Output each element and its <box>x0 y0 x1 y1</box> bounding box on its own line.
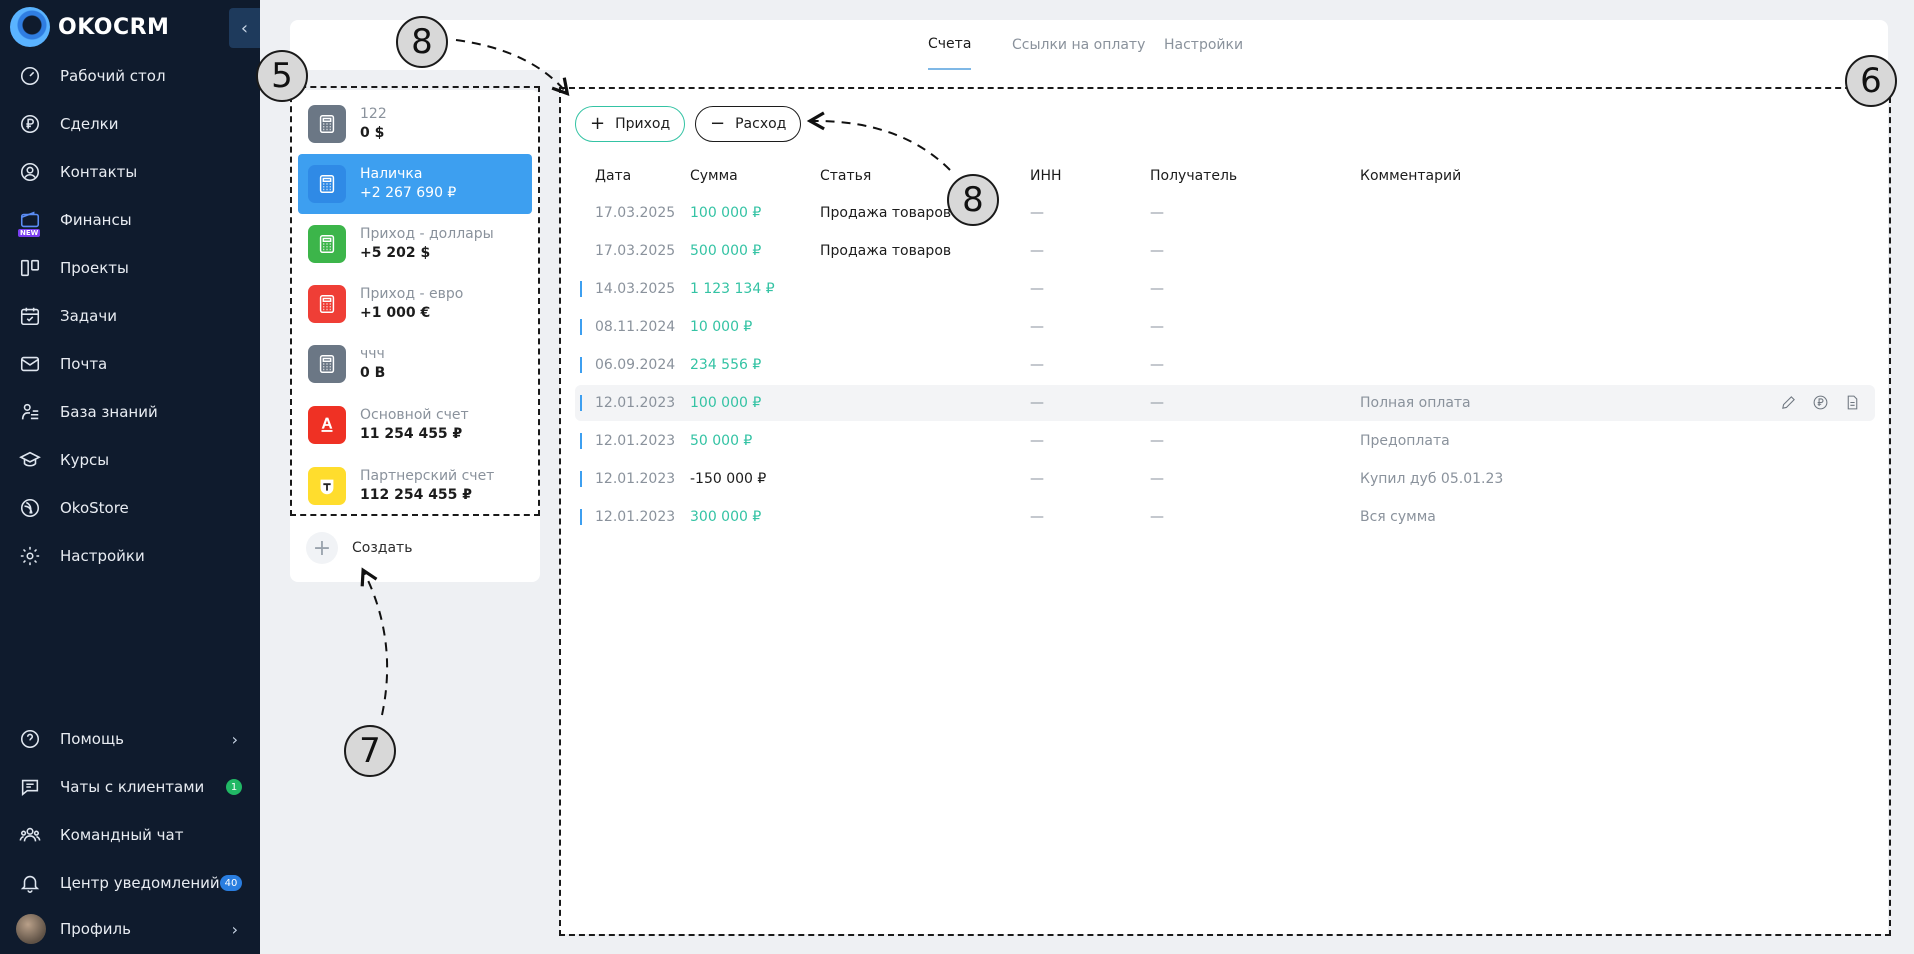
sidebar-item-label: Задачи <box>60 307 117 325</box>
avatar <box>16 914 46 944</box>
annotation-box-accounts <box>290 86 540 516</box>
annotation-callout-8: 8 <box>396 16 448 68</box>
tab-settings[interactable]: Настройки <box>1164 20 1243 70</box>
chevron-right-icon: › <box>231 729 238 749</box>
sidebar-item-label: Финансы <box>60 211 132 229</box>
sidebar-item-profile[interactable]: Профиль › <box>0 909 260 949</box>
annotation-callout-5: 5 <box>256 50 308 102</box>
collapse-sidebar-button[interactable]: ‹ <box>229 8 260 48</box>
tab-payment-links[interactable]: Ссылки на оплату <box>1012 20 1145 70</box>
sidebar-item-courses[interactable]: Курсы <box>0 440 260 480</box>
sidebar-item-label: Командный чат <box>60 826 184 844</box>
sidebar-item-label: Центр уведомлений <box>60 874 220 892</box>
help-icon <box>18 727 42 751</box>
sidebar-item-label: Профиль <box>60 920 131 938</box>
team-icon <box>18 823 42 847</box>
create-label: Создать <box>352 540 413 556</box>
sidebar-item-deals[interactable]: Сделки <box>0 104 260 144</box>
knowledge-icon <box>18 400 42 424</box>
wallet-icon: NEW <box>18 208 42 237</box>
sidebar-item-label: Курсы <box>60 451 110 469</box>
new-badge: NEW <box>18 229 41 237</box>
graduation-cap-icon <box>18 448 42 472</box>
sidebar-item-contacts[interactable]: Контакты <box>0 152 260 192</box>
sidebar-item-notifications[interactable]: Центр уведомлений 40 <box>0 863 260 903</box>
sidebar-item-label: Проекты <box>60 259 129 277</box>
sidebar-item-help[interactable]: Помощь › <box>0 719 260 759</box>
gear-icon <box>18 544 42 568</box>
sidebar: OKOCRM ‹ Рабочий стол Сделки Контакты NE… <box>0 0 260 954</box>
unread-badge: 1 <box>226 779 242 795</box>
sidebar-item-finance[interactable]: NEW Финансы <box>0 200 260 240</box>
sidebar-item-projects[interactable]: Проекты <box>0 248 260 288</box>
sidebar-item-team-chat[interactable]: Командный чат <box>0 815 260 855</box>
tabs-bar: Счета Ссылки на оплату Настройки <box>290 20 1888 70</box>
mail-icon <box>18 352 42 376</box>
calendar-check-icon <box>18 304 42 328</box>
sidebar-item-label: Почта <box>60 355 108 373</box>
ruble-icon <box>18 112 42 136</box>
chat-icon <box>18 775 42 799</box>
chevron-right-icon: › <box>231 919 238 939</box>
columns-icon <box>18 256 42 280</box>
sidebar-item-mail[interactable]: Почта <box>0 344 260 384</box>
sidebar-item-okostore[interactable]: OkoStore <box>0 488 260 528</box>
annotation-callout-6: 6 <box>1845 55 1897 107</box>
sidebar-item-dashboard[interactable]: Рабочий стол <box>0 56 260 96</box>
annotation-box-transactions <box>559 87 1891 936</box>
notifications-badge: 40 <box>220 875 242 891</box>
sidebar-item-label: OkoStore <box>60 499 129 517</box>
annotation-callout-8: 8 <box>947 174 999 226</box>
sidebar-item-label: Контакты <box>60 163 138 181</box>
sidebar-item-client-chats[interactable]: Чаты с клиентами 1 <box>0 767 260 807</box>
logo-icon <box>10 7 50 47</box>
tab-accounts[interactable]: Счета <box>928 20 972 70</box>
bell-icon <box>18 871 42 895</box>
chevron-left-icon: ‹ <box>240 17 249 39</box>
store-icon <box>18 496 42 520</box>
logo[interactable]: OKOCRM <box>10 6 169 48</box>
sidebar-item-label: База знаний <box>60 403 158 421</box>
sidebar-item-label: Рабочий стол <box>60 67 166 85</box>
sidebar-item-label: Сделки <box>60 115 119 133</box>
plus-icon: + <box>306 532 338 564</box>
annotation-callout-7: 7 <box>344 725 396 777</box>
gauge-icon <box>18 64 42 88</box>
sidebar-item-label: Помощь <box>60 730 124 748</box>
logo-text: OKOCRM <box>58 14 170 40</box>
sidebar-item-label: Настройки <box>60 547 145 565</box>
user-icon <box>18 160 42 184</box>
sidebar-item-label: Чаты с клиентами <box>60 778 205 796</box>
sidebar-item-tasks[interactable]: Задачи <box>0 296 260 336</box>
create-account-button[interactable]: + Создать <box>306 530 412 566</box>
sidebar-item-knowledge-base[interactable]: База знаний <box>0 392 260 432</box>
sidebar-item-settings[interactable]: Настройки <box>0 536 260 576</box>
